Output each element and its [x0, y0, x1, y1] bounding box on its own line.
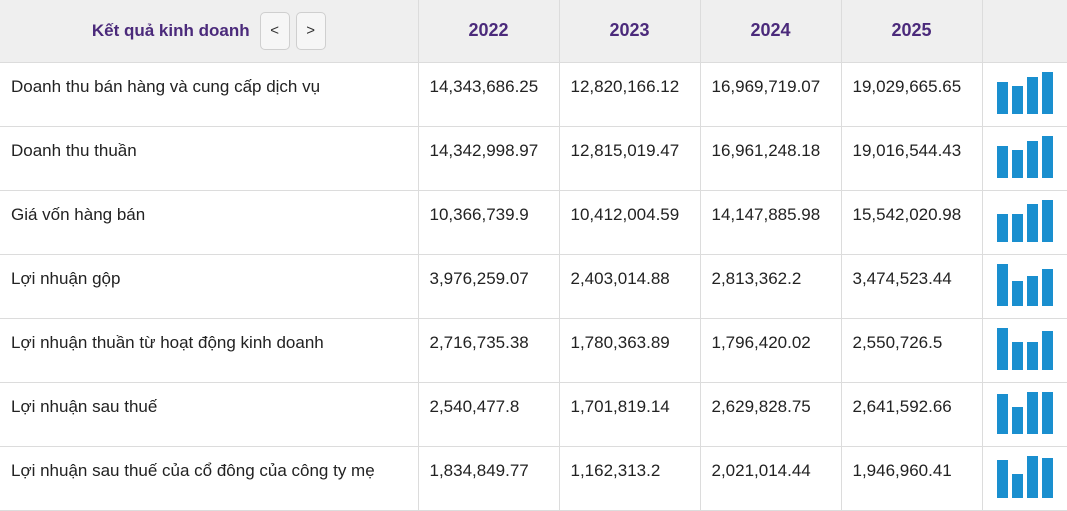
- sparkline-bar-2025: [1041, 135, 1053, 178]
- sparkline-bar-2022: [996, 459, 1008, 498]
- row-label: Lợi nhuận thuần từ hoạt động kinh doanh: [0, 318, 419, 383]
- row-label: Lợi nhuận gộp: [0, 254, 419, 319]
- value-cell-2023: 12,820,166.12: [559, 62, 701, 127]
- sparkline-bar-2023: [1011, 213, 1023, 242]
- year-header-2022: 2022: [418, 0, 560, 63]
- value-cell-2023: 10,412,004.59: [559, 190, 701, 255]
- value-cell-2025: 3,474,523.44: [841, 254, 983, 319]
- value-cell-2024: 14,147,885.98: [700, 190, 842, 255]
- year-header-2025: 2025: [841, 0, 983, 63]
- sparkline-bar-2025: [1041, 330, 1053, 370]
- year-header-2023: 2023: [559, 0, 701, 63]
- sparkline-cell[interactable]: [982, 126, 1067, 191]
- sparkline-chart: [996, 263, 1067, 306]
- row-label: Lợi nhuận sau thuế: [0, 382, 419, 447]
- sparkline-bar-2024: [1026, 391, 1038, 434]
- sparkline-bar-2023: [1011, 85, 1023, 114]
- value-cell-2022: 1,834,849.77: [418, 446, 560, 511]
- table-title: Kết quả kinh doanh: [91, 20, 250, 40]
- sparkline-chart: [996, 455, 1067, 498]
- value-cell-2023: 1,701,819.14: [559, 382, 701, 447]
- sparkline-bar-2024: [1026, 455, 1038, 498]
- sparkline-chart: [996, 135, 1067, 178]
- value-cell-2023: 1,780,363.89: [559, 318, 701, 383]
- sparkline-bar-2025: [1041, 457, 1053, 498]
- sparkline-cell[interactable]: [982, 446, 1067, 511]
- sparkline-header: [982, 0, 1067, 63]
- value-cell-2025: 19,029,665.65: [841, 62, 983, 127]
- sparkline-bar-2022: [996, 81, 1008, 114]
- sparkline-cell[interactable]: [982, 318, 1067, 383]
- value-cell-2024: 16,969,719.07: [700, 62, 842, 127]
- sparkline-bar-2025: [1041, 391, 1053, 434]
- sparkline-chart: [996, 199, 1067, 242]
- value-cell-2024: 16,961,248.18: [700, 126, 842, 191]
- header-title-cell: Kết quả kinh doanh < >: [0, 0, 419, 63]
- prev-period-button[interactable]: <: [259, 11, 290, 50]
- row-label: Lợi nhuận sau thuế của cổ đông của công …: [0, 446, 419, 511]
- table-row: Doanh thu bán hàng và cung cấp dịch vụ 14…: [0, 62, 1067, 127]
- sparkline-bar-2024: [1026, 341, 1038, 370]
- sparkline-bar-2025: [1041, 268, 1053, 306]
- value-cell-2025: 2,550,726.5: [841, 318, 983, 383]
- row-label: Doanh thu bán hàng và cung cấp dịch vụ: [0, 62, 419, 127]
- table-row: Lợi nhuận thuần từ hoạt động kinh doanh 2…: [0, 318, 1067, 383]
- sparkline-bar-2023: [1011, 406, 1023, 434]
- value-cell-2022: 10,366,739.9: [418, 190, 560, 255]
- value-cell-2025: 2,641,592.66: [841, 382, 983, 447]
- sparkline-bar-2023: [1011, 149, 1023, 178]
- value-cell-2023: 12,815,019.47: [559, 126, 701, 191]
- sparkline-bar-2022: [996, 393, 1008, 434]
- value-cell-2024: 2,813,362.2: [700, 254, 842, 319]
- sparkline-bar-2024: [1026, 203, 1038, 242]
- value-cell-2022: 14,342,998.97: [418, 126, 560, 191]
- sparkline-cell[interactable]: [982, 62, 1067, 127]
- value-cell-2025: 15,542,020.98: [841, 190, 983, 255]
- value-cell-2025: 1,946,960.41: [841, 446, 983, 511]
- sparkline-bar-2024: [1026, 140, 1038, 178]
- sparkline-bar-2022: [996, 327, 1008, 370]
- value-cell-2024: 2,629,828.75: [700, 382, 842, 447]
- sparkline-chart: [996, 327, 1067, 370]
- sparkline-bar-2022: [996, 213, 1008, 242]
- table-row: Doanh thu thuần 14,342,998.97 12,815,019.4…: [0, 126, 1067, 191]
- table-row: Lợi nhuận gộp 3,976,259.07 2,403,014.88 2,8…: [0, 254, 1067, 319]
- value-cell-2024: 1,796,420.02: [700, 318, 842, 383]
- value-cell-2022: 2,716,735.38: [418, 318, 560, 383]
- header-row: Kết quả kinh doanh < > 2022 2023 2024 20…: [0, 0, 1067, 63]
- table-body: Doanh thu bán hàng và cung cấp dịch vụ 14…: [0, 62, 1067, 511]
- value-cell-2023: 1,162,313.2: [559, 446, 701, 511]
- sparkline-bar-2022: [996, 145, 1008, 178]
- sparkline-chart: [996, 71, 1067, 114]
- sparkline-bar-2024: [1026, 76, 1038, 114]
- sparkline-bar-2024: [1026, 275, 1038, 306]
- value-cell-2024: 2,021,014.44: [700, 446, 842, 511]
- value-cell-2022: 2,540,477.8: [418, 382, 560, 447]
- sparkline-cell[interactable]: [982, 190, 1067, 255]
- sparkline-bar-2025: [1041, 71, 1053, 114]
- next-period-button[interactable]: >: [295, 11, 326, 50]
- sparkline-bar-2025: [1041, 199, 1053, 242]
- business-results-table: Kết quả kinh doanh < > 2022 2023 2024 20…: [0, 0, 1067, 511]
- year-header-2024: 2024: [700, 0, 842, 63]
- table-row: Lợi nhuận sau thuế của cổ đông của công …: [0, 446, 1067, 511]
- sparkline-bar-2023: [1011, 280, 1023, 306]
- sparkline-cell[interactable]: [982, 382, 1067, 447]
- sparkline-bar-2022: [996, 263, 1008, 306]
- value-cell-2025: 19,016,544.43: [841, 126, 983, 191]
- row-label: Giá vốn hàng bán: [0, 190, 419, 255]
- sparkline-chart: [996, 391, 1067, 434]
- row-label: Doanh thu thuần: [0, 126, 419, 191]
- sparkline-cell[interactable]: [982, 254, 1067, 319]
- table-row: Lợi nhuận sau thuế 2,540,477.8 1,701,819.1…: [0, 382, 1067, 447]
- table-row: Giá vốn hàng bán 10,366,739.9 10,412,004.5…: [0, 190, 1067, 255]
- value-cell-2022: 14,343,686.25: [418, 62, 560, 127]
- sparkline-bar-2023: [1011, 473, 1023, 498]
- sparkline-bar-2023: [1011, 341, 1023, 370]
- value-cell-2022: 3,976,259.07: [418, 254, 560, 319]
- value-cell-2023: 2,403,014.88: [559, 254, 701, 319]
